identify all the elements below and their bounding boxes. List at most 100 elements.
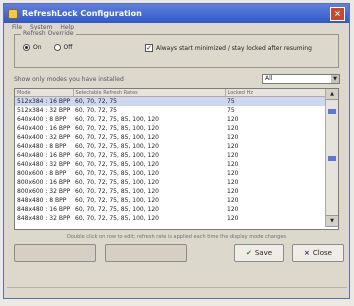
lock-cell: 120	[227, 161, 239, 168]
rates-cell: 60, 70, 72, 75, 85, 100, 120	[75, 143, 159, 150]
mode-cell: 640x480 : 8 BPP	[17, 143, 67, 150]
table-row[interactable]: 512x384 : 16 BPP 60, 70, 72, 75 75	[15, 96, 328, 106]
rates-cell: 60, 70, 72, 75, 85, 100, 120	[75, 215, 159, 222]
rates-cell: 60, 70, 72, 75, 85, 100, 120	[75, 179, 159, 186]
rates-cell: 60, 70, 72, 75	[73, 96, 225, 106]
table-row[interactable]: 800x600 : 32 BPP 60, 70, 72, 75, 85, 100,…	[15, 187, 328, 196]
table-row[interactable]: 640x480 : 16 BPP 60, 70, 72, 75, 85, 100,…	[15, 151, 328, 160]
header-lock[interactable]: Locked Hz	[225, 89, 329, 97]
table-row[interactable]: 640x480 : 8 BPP 60, 70, 72, 75, 85, 100, …	[15, 142, 328, 151]
blank-button-2[interactable]	[105, 244, 187, 262]
radio-label-on: On	[33, 44, 42, 51]
lock-cell: 120	[227, 215, 239, 222]
filter-value: All	[265, 75, 273, 82]
refresh-override-group: Refresh Override On Off ✓ Always start m…	[14, 30, 339, 68]
filter-dropdown[interactable]: All ▼	[262, 74, 340, 84]
save-button[interactable]: ✔ Save	[234, 244, 284, 262]
scroll-marker[interactable]	[328, 156, 336, 161]
lock-cell: 120	[227, 179, 239, 186]
mode-cell: 640x480 : 16 BPP	[17, 152, 71, 159]
chevron-down-icon[interactable]: ▼	[331, 75, 339, 83]
override-radio-group: On Off	[23, 44, 72, 51]
table-row[interactable]: 800x600 : 16 BPP 60, 70, 72, 75, 85, 100,…	[15, 178, 328, 187]
rates-cell: 60, 70, 72, 75, 85, 100, 120	[75, 197, 159, 204]
close-button[interactable]: × Close	[292, 244, 344, 262]
close-label: Close	[312, 249, 332, 257]
hint-text: Double click on row to edit; refresh rat…	[66, 234, 287, 240]
lock-cell: 120	[227, 188, 239, 195]
lock-cell: 120	[227, 206, 239, 213]
mode-cell: 512x384 : 16 BPP	[15, 96, 73, 106]
lock-cell: 75	[225, 96, 328, 106]
table-row[interactable]: 848x480 : 16 BPP 60, 70, 72, 75, 85, 100,…	[15, 205, 328, 214]
app-icon	[8, 8, 18, 19]
table-row[interactable]: 848x480 : 32 BPP 60, 70, 72, 75, 85, 100,…	[15, 214, 328, 223]
rates-cell: 60, 70, 72, 75	[75, 107, 117, 114]
scroll-marker[interactable]	[328, 109, 336, 114]
title-bar[interactable]: RefreshLock Configuration ×	[4, 4, 349, 23]
lock-cell: 120	[227, 116, 239, 123]
table-row[interactable]: 640x400 : 8 BPP 60, 70, 72, 75, 85, 100, …	[15, 115, 328, 124]
rates-cell: 60, 70, 72, 75, 85, 100, 120	[75, 206, 159, 213]
mode-cell: 800x600 : 8 BPP	[17, 170, 67, 177]
table-row[interactable]: 640x400 : 32 BPP 60, 70, 72, 75, 85, 100,…	[15, 133, 328, 142]
rates-cell: 60, 70, 72, 75, 85, 100, 120	[75, 152, 159, 159]
group-label: Refresh Override	[21, 30, 76, 37]
lock-cell: 75	[227, 107, 235, 114]
table-row[interactable]: 640x480 : 32 BPP 60, 70, 72, 75, 85, 100,…	[15, 160, 328, 169]
status-bar	[7, 287, 347, 297]
radio-selected-icon	[23, 44, 30, 51]
filter-label: Show only modes you have installed	[14, 76, 124, 83]
override-on-radio[interactable]: On	[23, 44, 42, 51]
vertical-scrollbar[interactable]: ▲ ▼	[325, 89, 338, 227]
rates-cell: 60, 70, 72, 75, 85, 100, 120	[75, 116, 159, 123]
checkbox[interactable]: ✓	[145, 44, 153, 52]
mode-cell: 640x480 : 32 BPP	[17, 161, 71, 168]
button-bar: ✔ Save × Close	[14, 244, 344, 272]
table-row[interactable]: 800x600 : 8 BPP 60, 70, 72, 75, 85, 100, …	[15, 169, 328, 178]
radio-label-off: Off	[63, 44, 73, 51]
header-mode[interactable]: Mode	[15, 89, 74, 97]
radio-unselected-icon	[53, 44, 61, 51]
mode-cell: 640x400 : 8 BPP	[17, 116, 67, 123]
mode-cell: 848x480 : 32 BPP	[17, 215, 71, 222]
refreshlock-window: RefreshLock Configuration × File System …	[3, 3, 350, 299]
table-row[interactable]: 512x384 : 32 BPP 60, 70, 72, 75 75	[15, 106, 328, 115]
rates-cell: 60, 70, 72, 75, 85, 100, 120	[75, 134, 159, 141]
rates-cell: 60, 70, 72, 75, 85, 100, 120	[75, 170, 159, 177]
save-label: Save	[254, 249, 273, 257]
mode-cell: 800x600 : 32 BPP	[17, 188, 71, 195]
mode-cell: 512x384 : 32 BPP	[17, 107, 71, 114]
mode-cell: 848x480 : 16 BPP	[17, 206, 71, 213]
table-row[interactable]: 640x400 : 16 BPP 60, 70, 72, 75, 85, 100,…	[15, 124, 328, 133]
rates-cell: 60, 70, 72, 75, 85, 100, 120	[75, 188, 159, 195]
lock-cell: 120	[227, 134, 239, 141]
lock-cell: 120	[227, 125, 239, 132]
display-modes-table: Mode Selectable Refresh Rates Locked Hz …	[14, 88, 339, 230]
scroll-up-icon[interactable]: ▲	[326, 89, 338, 100]
window-title: RefreshLock Configuration	[22, 9, 142, 18]
checkmark-icon: ✔	[245, 249, 252, 257]
lock-cell: 120	[227, 170, 239, 177]
scroll-down-icon[interactable]: ▼	[326, 215, 338, 227]
mode-cell: 640x400 : 32 BPP	[17, 134, 71, 141]
close-icon[interactable]: ×	[330, 6, 345, 21]
start-minimized-checkbox-row[interactable]: ✓ Always start minimized / stay locked a…	[145, 44, 312, 52]
close-icon: ×	[304, 249, 310, 257]
filter-row: Show only modes you have installed All ▼	[14, 74, 340, 86]
rates-cell: 60, 70, 72, 75, 85, 100, 120	[75, 125, 159, 132]
table-row[interactable]: 848x480 : 8 BPP 60, 70, 72, 75, 85, 100, …	[15, 196, 328, 205]
lock-cell: 120	[227, 152, 239, 159]
rates-cell: 60, 70, 72, 75, 85, 100, 120	[75, 161, 159, 168]
table-header-row: Mode Selectable Refresh Rates Locked Hz	[15, 89, 329, 97]
mode-cell: 640x400 : 16 BPP	[17, 125, 71, 132]
blank-button-1[interactable]	[14, 244, 96, 262]
mode-cell: 800x600 : 16 BPP	[17, 179, 71, 186]
mode-cell: 848x480 : 8 BPP	[17, 197, 67, 204]
lock-cell: 120	[227, 197, 239, 204]
override-off-radio[interactable]: Off	[53, 44, 73, 51]
header-rates[interactable]: Selectable Refresh Rates	[73, 89, 226, 97]
main-content: Refresh Override On Off ✓ Always start m…	[14, 30, 344, 272]
checkbox-label: Always start minimized / stay locked aft…	[156, 44, 312, 52]
lock-cell: 120	[227, 143, 239, 150]
